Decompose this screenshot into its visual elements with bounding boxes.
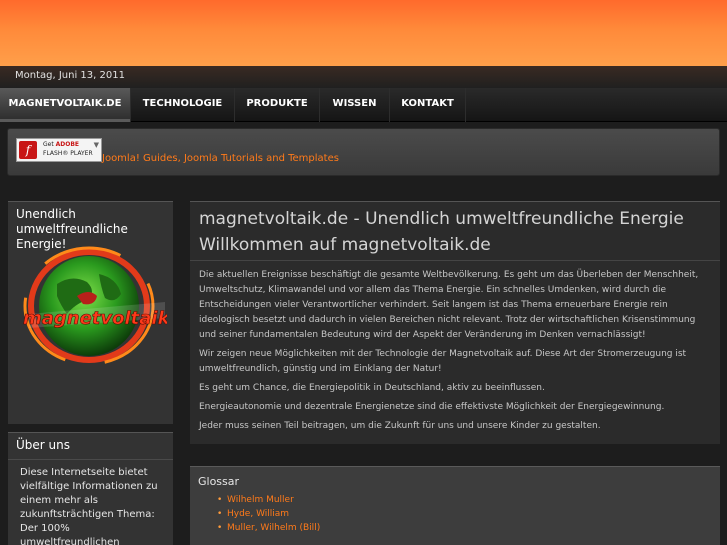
page-title: magnetvoltaik.de - Unendlich umweltfreun… [199, 209, 684, 229]
nav-item-technologie[interactable]: TECHNOLOGIE [131, 88, 235, 122]
logo-wordmark: magnetvoltaik [23, 308, 167, 329]
glossar-title: Glossar [198, 475, 240, 488]
about-title-part1: Über [16, 438, 45, 452]
about-title-part2: uns [48, 438, 71, 452]
sidebar-energy-box: Unendlich umweltfreundliche Energie! mag… [8, 201, 173, 424]
nav-item-produkte[interactable]: PRODUKTE [235, 88, 320, 122]
main-navigation: MAGNETVOLTAIK.DE TECHNOLOGIE PRODUKTE WI… [0, 88, 727, 122]
glossar-list: Wilhelm Muller Hyde, William Muller, Wil… [217, 493, 320, 535]
glossar-box: Glossar Wilhelm Muller Hyde, William Mul… [190, 466, 720, 545]
nav-item-wissen[interactable]: WISSEN [320, 88, 390, 122]
title-divider [190, 260, 720, 261]
glossar-link-hyde-william[interactable]: Hyde, William [217, 507, 320, 521]
flash-player-label: FLASH® PLAYER [43, 150, 93, 157]
flash-get-label: Get [43, 141, 54, 148]
about-divider [8, 459, 173, 460]
article-paragraph: Wir zeigen neue Möglichkeiten mit der Te… [199, 349, 687, 374]
article-body: Die aktuellen Ereignisse beschäftigt die… [199, 268, 711, 438]
flash-brand-label: ADOBE [55, 141, 80, 148]
joomla-guides-link[interactable]: Joomla! Guides, Joomla Tutorials and Tem… [102, 153, 339, 164]
main-article: magnetvoltaik.de - Unendlich umweltfreun… [190, 201, 720, 444]
sidebar-box-title-line1: Unendlich [16, 207, 76, 221]
download-arrow-icon: ▼ [93, 141, 99, 149]
header-banner [0, 0, 727, 66]
page-subtitle: Willkommen auf magnetvoltaik.de [199, 235, 491, 255]
globe-logo-icon: magnetvoltaik [23, 246, 171, 366]
article-paragraph: Es geht um Chance, die Energiepolitik in… [199, 383, 545, 393]
dateline-bar: Montag, Juni 13, 2011 [0, 66, 727, 88]
nav-item-magnetvoltaik[interactable]: MAGNETVOLTAIK.DE [0, 88, 131, 122]
flash-icon: f [19, 141, 37, 159]
about-text: Diese Internetseite bietet vielfältige I… [20, 467, 158, 545]
article-paragraph: Jeder muss seinen Teil beitragen, um die… [199, 421, 601, 431]
glossar-link-wilhelm-muller[interactable]: Wilhelm Muller [217, 493, 320, 507]
article-paragraph: Die aktuellen Ereignisse beschäftigt die… [199, 270, 699, 340]
glossar-link-muller-wilhelm-bill[interactable]: Muller, Wilhelm (Bill) [217, 521, 320, 535]
flash-banner: f Get ADOBE FLASH® PLAYER ▼ Joomla! Guid… [7, 128, 720, 176]
article-paragraph: Energieautonomie und dezentrale Energien… [199, 402, 665, 412]
get-flash-player-button[interactable]: f Get ADOBE FLASH® PLAYER ▼ [16, 138, 102, 162]
magnetvoltaik-logo: magnetvoltaik [17, 244, 171, 366]
nav-item-kontakt[interactable]: KONTAKT [390, 88, 466, 122]
sidebar-about-box: Über uns Diese Internetseite bietet viel… [8, 432, 173, 545]
current-date: Montag, Juni 13, 2011 [15, 70, 125, 81]
